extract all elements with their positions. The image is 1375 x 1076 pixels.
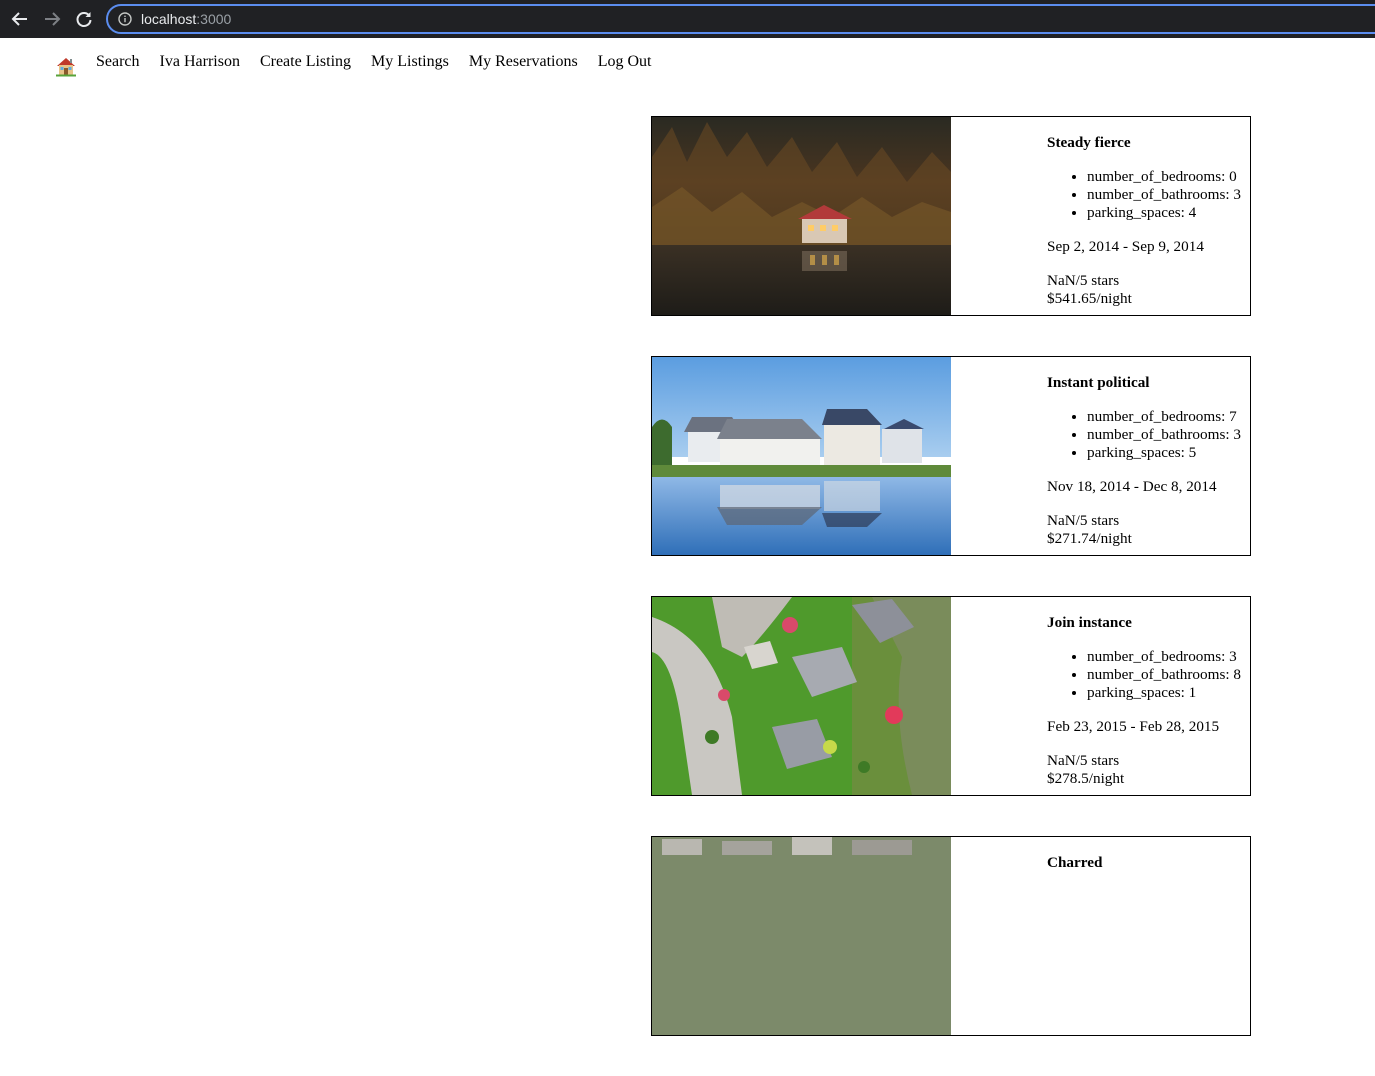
feature-bathrooms: number_of_bathrooms: 3 <box>1087 186 1250 204</box>
forward-arrow-icon[interactable] <box>40 7 64 31</box>
nav-link-log-out[interactable]: Log Out <box>598 53 652 71</box>
listing-rating: NaN/5 stars <box>1047 752 1120 769</box>
listing-dates: Nov 18, 2014 - Dec 8, 2014 <box>1047 478 1217 495</box>
listing-title[interactable]: Steady fierce <box>1047 134 1250 152</box>
reload-icon[interactable] <box>72 7 96 31</box>
site-navigation: Search Iva Harrison Create Listing My Li… <box>0 38 1375 88</box>
browser-toolbar: localhost:3000 <box>0 0 1375 38</box>
nav-link-search[interactable]: Search <box>96 53 140 71</box>
nav-link-my-listings[interactable]: My Listings <box>371 53 449 71</box>
back-arrow-icon[interactable] <box>8 7 32 31</box>
feature-bathrooms: number_of_bathrooms: 3 <box>1087 426 1250 444</box>
listing-price: $278.5/night <box>1047 770 1125 787</box>
listing-card[interactable]: Instant political number_of_bedrooms: 7 … <box>651 356 1251 556</box>
listing-results: Steady fierce number_of_bedrooms: 0 numb… <box>651 116 1251 1076</box>
address-bar[interactable]: localhost:3000 <box>106 4 1375 34</box>
listing-photo <box>652 837 951 1035</box>
feature-bedrooms: number_of_bedrooms: 7 <box>1087 408 1250 426</box>
listing-card[interactable]: Charred <box>651 836 1251 1036</box>
listing-photo <box>652 357 951 555</box>
listing-dates: Feb 23, 2015 - Feb 28, 2015 <box>1047 718 1220 735</box>
listing-photo <box>652 117 951 315</box>
nav-link-profile[interactable]: Iva Harrison <box>160 53 240 71</box>
listing-price: $271.74/night <box>1047 530 1132 547</box>
listing-title[interactable]: Join instance <box>1047 614 1250 632</box>
listing-details: Instant political number_of_bedrooms: 7 … <box>1047 374 1250 548</box>
url-host: localhost <box>141 11 197 27</box>
listing-title[interactable]: Instant political <box>1047 374 1250 392</box>
info-icon[interactable] <box>118 12 132 26</box>
home-icon[interactable] <box>55 55 77 77</box>
feature-parking: parking_spaces: 5 <box>1087 444 1250 462</box>
listing-features: number_of_bedrooms: 3 number_of_bathroom… <box>1047 648 1250 702</box>
url-port: :3000 <box>196 11 232 27</box>
feature-bathrooms: number_of_bathrooms: 8 <box>1087 666 1250 684</box>
feature-bedrooms: number_of_bedrooms: 0 <box>1087 168 1250 186</box>
listing-photo <box>652 597 951 795</box>
listing-details: Charred <box>1047 854 1250 888</box>
listing-features: number_of_bedrooms: 7 number_of_bathroom… <box>1047 408 1250 462</box>
feature-bedrooms: number_of_bedrooms: 3 <box>1087 648 1250 666</box>
nav-link-create-listing[interactable]: Create Listing <box>260 53 351 71</box>
listing-rating: NaN/5 stars <box>1047 272 1120 289</box>
listing-card[interactable]: Steady fierce number_of_bedrooms: 0 numb… <box>651 116 1251 316</box>
listing-card[interactable]: Join instance number_of_bedrooms: 3 numb… <box>651 596 1251 796</box>
listing-dates: Sep 2, 2014 - Sep 9, 2014 <box>1047 238 1204 255</box>
listing-title[interactable]: Charred <box>1047 854 1250 872</box>
listing-details: Join instance number_of_bedrooms: 3 numb… <box>1047 614 1250 788</box>
nav-links: Search Iva Harrison Create Listing My Li… <box>96 53 672 71</box>
feature-parking: parking_spaces: 1 <box>1087 684 1250 702</box>
listing-price: $541.65/night <box>1047 290 1132 307</box>
feature-parking: parking_spaces: 4 <box>1087 204 1250 222</box>
nav-link-my-reservations[interactable]: My Reservations <box>469 53 578 71</box>
listing-features: number_of_bedrooms: 0 number_of_bathroom… <box>1047 168 1250 222</box>
listing-rating: NaN/5 stars <box>1047 512 1120 529</box>
listing-details: Steady fierce number_of_bedrooms: 0 numb… <box>1047 134 1250 308</box>
